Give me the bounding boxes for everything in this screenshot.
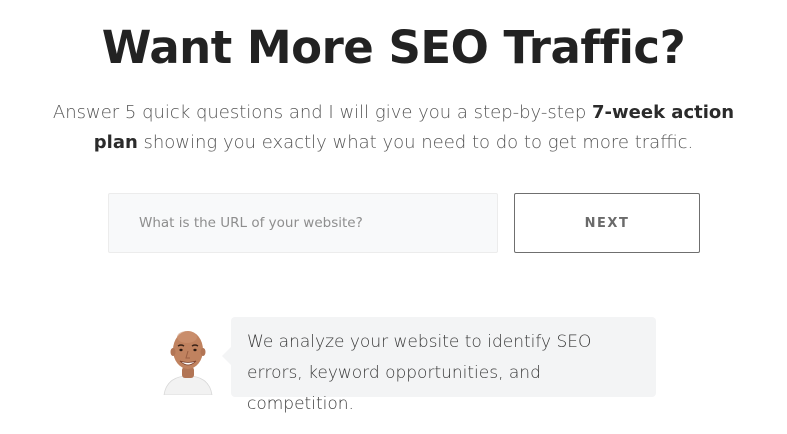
website-url-input[interactable] [108,193,498,253]
page-subtitle: Answer 5 quick questions and I will give… [40,98,747,158]
landing-page: Want More SEO Traffic? Answer 5 quick qu… [0,0,787,434]
page-title: Want More SEO Traffic? [101,21,686,74]
subtitle-text-start: Answer 5 quick questions and I will give… [52,102,593,123]
subtitle-text-end: showing you exactly what you need to do … [137,132,694,153]
testimonial-bubble: We analyze your website to identify SEO … [222,317,656,414]
author-avatar [163,331,213,395]
next-button[interactable]: NEXT [514,193,700,253]
testimonial-text: We analyze your website to identify SEO … [247,332,592,414]
